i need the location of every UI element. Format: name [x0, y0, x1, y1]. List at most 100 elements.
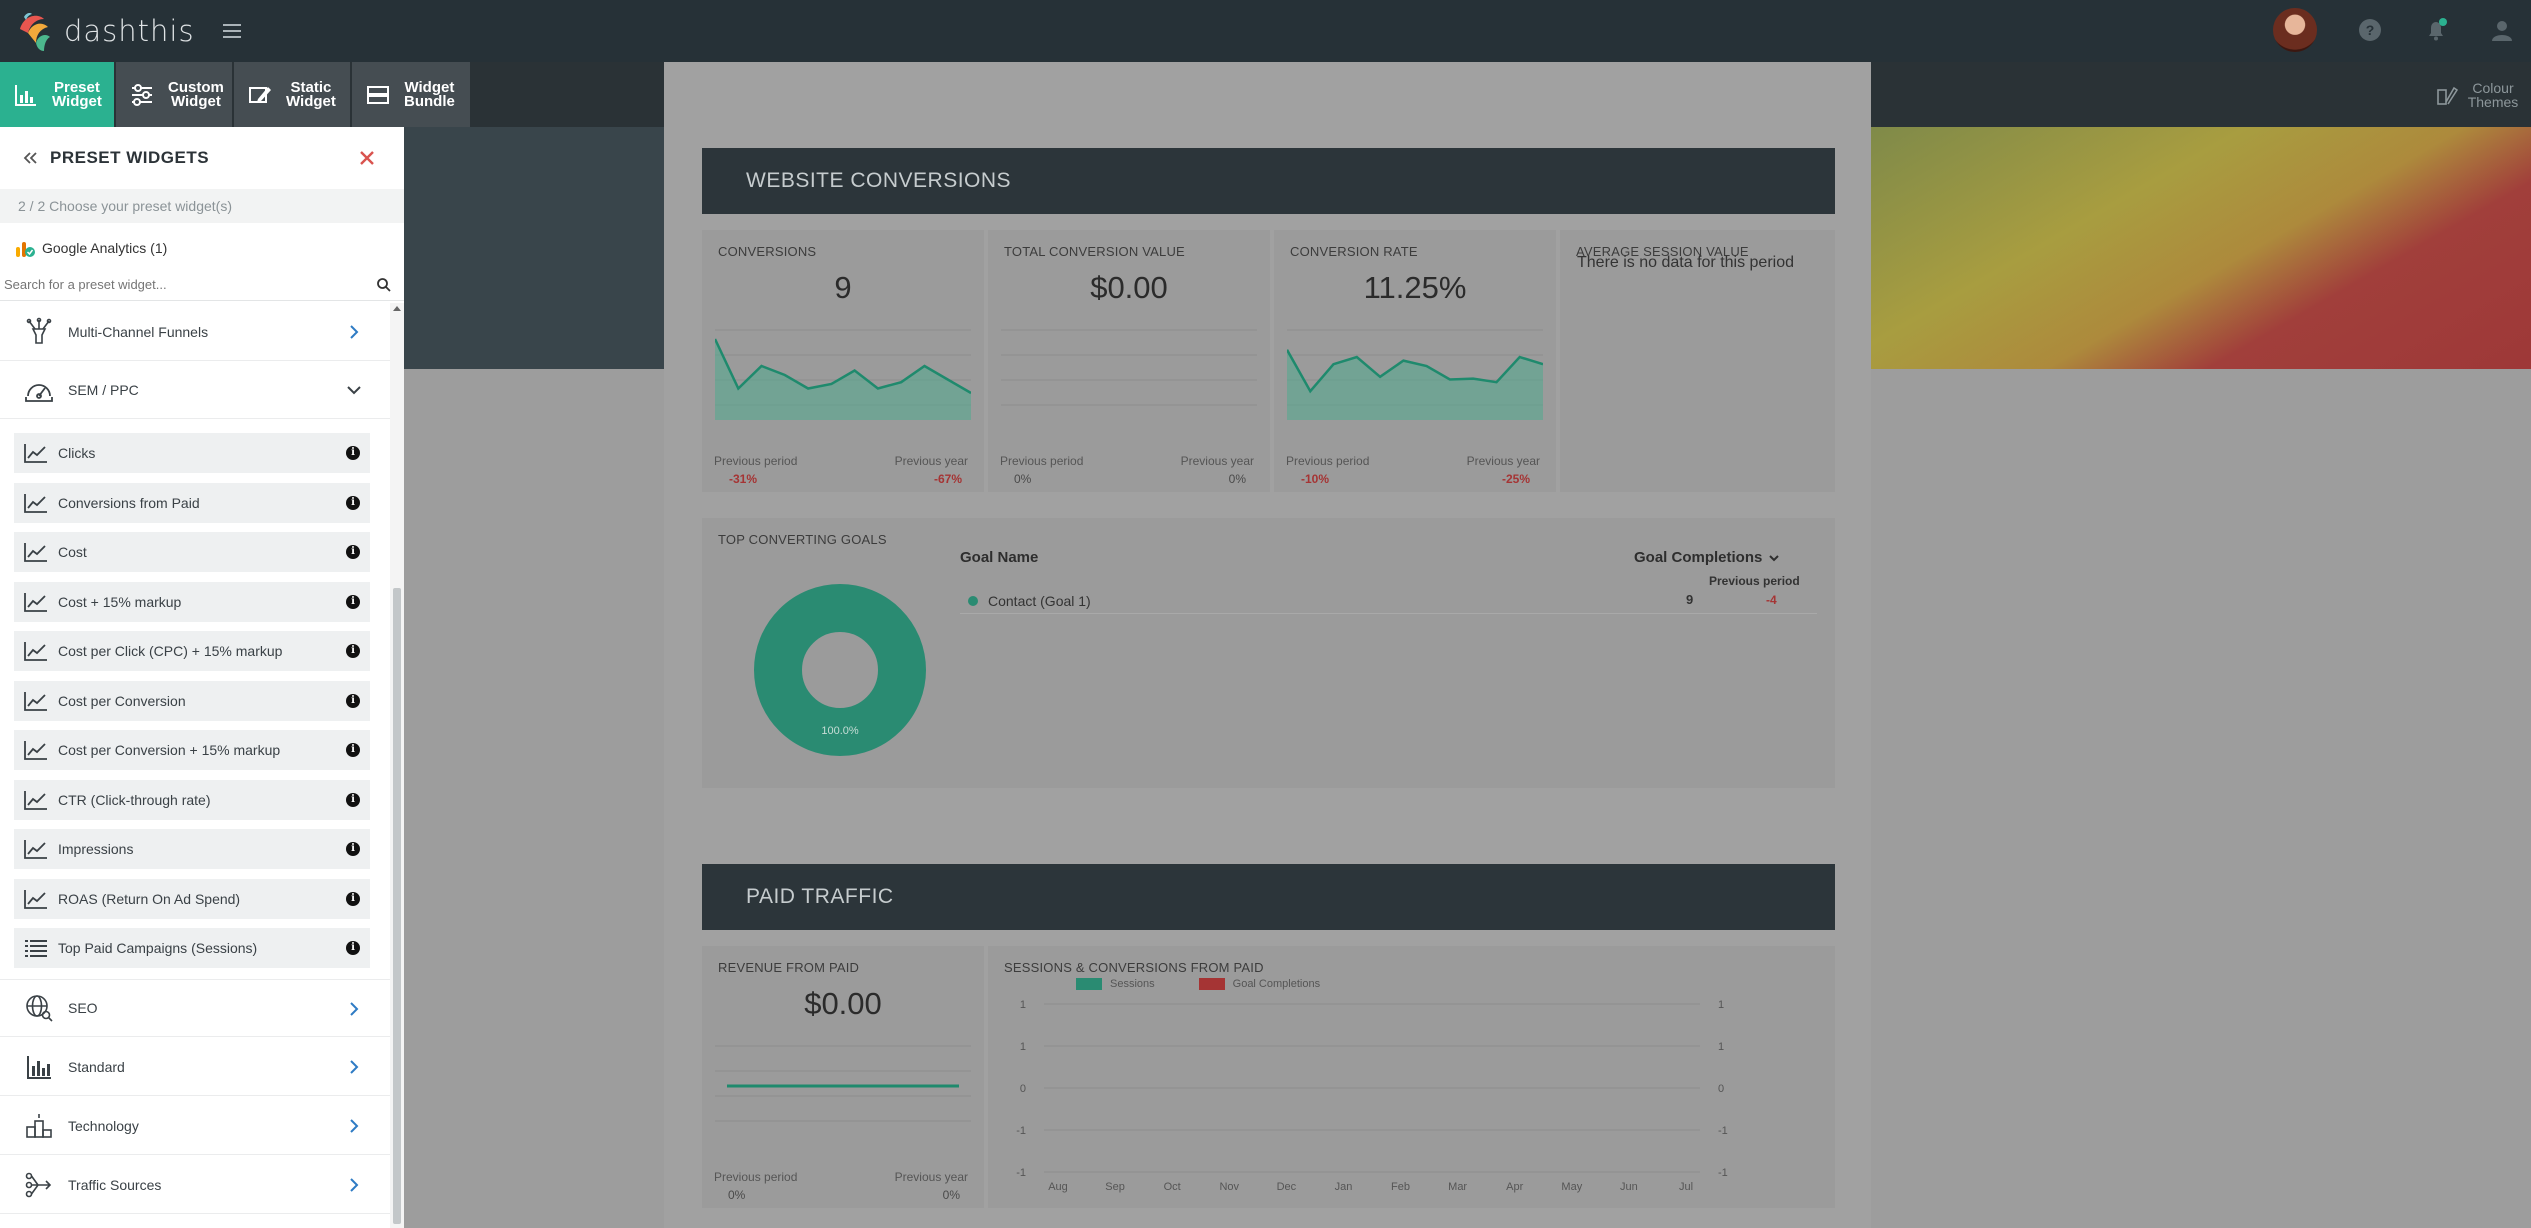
- help-icon[interactable]: ?: [2357, 17, 2383, 43]
- widget-item-label: Cost + 15% markup: [58, 593, 182, 610]
- top-bar: dashthis ?: [0, 0, 2531, 62]
- goal-prev-value: -4: [1766, 593, 1777, 607]
- chevron-right-icon: [350, 1178, 359, 1192]
- kpi-sparkline: [1287, 329, 1543, 420]
- widget-item[interactable]: Cost + 15% markup i: [14, 581, 370, 622]
- previous-year-label: Previous year: [1180, 454, 1254, 468]
- kpi-card-average-session-value[interactable]: AVERAGE SESSION VALUE There is no data f…: [1560, 230, 1835, 492]
- hamburger-menu-icon[interactable]: [222, 24, 241, 38]
- search-icon[interactable]: [376, 277, 392, 293]
- line-chart-icon: [24, 691, 47, 711]
- podium-icon: [26, 1113, 52, 1138]
- widget-item-label: Impressions: [58, 841, 134, 857]
- category-multi-channel-funnels[interactable]: Multi-Channel Funnels: [0, 303, 390, 361]
- table-row[interactable]: Contact (Goal 1) 9 -4: [960, 588, 1817, 614]
- previous-period-label: Previous period: [714, 454, 798, 468]
- info-icon[interactable]: i: [346, 545, 360, 559]
- widget-item[interactable]: CTR (Click-through rate) i: [14, 779, 370, 820]
- panel-scrollbar[interactable]: [390, 303, 404, 1228]
- info-icon[interactable]: i: [346, 842, 360, 856]
- custom-widget-label-2: Widget: [170, 92, 221, 110]
- widget-item[interactable]: Cost i: [14, 532, 370, 572]
- y-axis-tick-right: 1: [1718, 1041, 1724, 1053]
- previous-year-label: Previous year: [894, 454, 968, 468]
- google-analytics-icon: [16, 242, 35, 257]
- widget-item[interactable]: Clicks i: [14, 433, 370, 473]
- widget-item-label: Cost per Click (CPC) + 15% markup: [58, 643, 283, 659]
- widget-item[interactable]: Cost per Conversion + 15% markup i: [14, 730, 370, 770]
- info-icon[interactable]: i: [346, 446, 360, 460]
- previous-year-value: -67%: [933, 472, 962, 486]
- globe-search-icon: [26, 995, 53, 1022]
- info-icon[interactable]: i: [346, 644, 360, 658]
- widget-item[interactable]: Conversions from Paid i: [14, 482, 370, 523]
- no-data-message: There is no data for this period: [1577, 254, 1795, 271]
- close-icon[interactable]: [358, 149, 376, 167]
- kpi-value: 11.25%: [1363, 270, 1467, 305]
- sessions-conversions-chart-card[interactable]: SESSIONS & CONVERSIONS FROM PAID Session…: [988, 946, 1835, 1208]
- widget-item[interactable]: Cost per Click (CPC) + 15% markup i: [14, 631, 370, 671]
- data-source-selector[interactable]: Google Analytics (1): [0, 231, 404, 265]
- step-indicator: 2 / 2 Choose your preset widget(s): [0, 189, 404, 223]
- widget-item[interactable]: Cost per Conversion i: [14, 680, 370, 721]
- category-label: SEM / PPC: [68, 381, 139, 398]
- category-seo[interactable]: SEO: [0, 979, 390, 1037]
- line-chart-icon: [24, 493, 47, 513]
- y-axis-tick-right: 0: [1718, 1083, 1724, 1095]
- category-traffic-sources[interactable]: Traffic Sources: [0, 1156, 390, 1214]
- preset-widgets-panel: PRESET WIDGETS 2 / 2 Choose your preset …: [0, 127, 404, 1228]
- kpi-card-conversions[interactable]: CONVERSIONS 9 Previous period Previous y…: [702, 230, 984, 492]
- info-icon[interactable]: i: [346, 693, 360, 708]
- info-icon[interactable]: i: [346, 594, 360, 609]
- goal-completions-sort-header[interactable]: Goal Completions: [1634, 549, 1780, 566]
- x-axis-tick: May: [1561, 1181, 1582, 1193]
- static-widget-button[interactable]: Static Widget: [234, 62, 350, 127]
- kpi-card-conversion-rate[interactable]: CONVERSION RATE 11.25% Previous period P…: [1274, 230, 1556, 492]
- previous-year-label: Previous year: [894, 1170, 968, 1184]
- search-input[interactable]: [4, 277, 364, 292]
- previous-year-value: -25%: [1501, 472, 1530, 486]
- bar-chart-icon: [15, 84, 36, 106]
- donut-slice: [754, 584, 926, 756]
- section-header-website-conversions[interactable]: WEBSITE CONVERSIONS: [702, 148, 1835, 214]
- notification-bell-icon[interactable]: [2423, 17, 2449, 43]
- category-standard[interactable]: Standard: [0, 1038, 390, 1096]
- previous-period-value: -31%: [729, 472, 758, 486]
- widget-bundle-button[interactable]: Widget Bundle: [352, 62, 470, 127]
- section-header-paid-traffic[interactable]: PAID TRAFFIC: [702, 864, 1835, 930]
- chart-title: SESSIONS & CONVERSIONS FROM PAID: [1004, 960, 1264, 975]
- traffic-sources-icon: [25, 1172, 52, 1197]
- kpi-value: $0.00: [804, 986, 882, 1021]
- widget-item[interactable]: ROAS (Return On Ad Spend) i: [14, 878, 370, 919]
- info-icon[interactable]: i: [346, 743, 360, 757]
- collapse-panel-icon[interactable]: [22, 150, 38, 166]
- widget-item[interactable]: Top Paid Campaigns (Sessions) i: [14, 928, 370, 968]
- kpi-card-total-conversion-value[interactable]: TOTAL CONVERSION VALUE $0.00 Previous pe…: [988, 230, 1270, 492]
- preset-widget-button[interactable]: Preset Widget: [0, 62, 114, 127]
- category-technology[interactable]: Technology: [0, 1097, 390, 1155]
- user-icon[interactable]: [2489, 17, 2515, 43]
- previous-period-value: -10%: [1301, 472, 1330, 486]
- chevron-right-icon: [350, 1060, 359, 1074]
- panel-title: PRESET WIDGETS: [50, 148, 210, 167]
- line-chart-icon: [24, 889, 47, 909]
- avatar[interactable]: [2273, 8, 2317, 52]
- x-axis-tick: Sep: [1105, 1181, 1125, 1193]
- info-icon[interactable]: i: [346, 891, 360, 906]
- colour-themes-button[interactable]: Colour Themes: [2423, 62, 2531, 127]
- palette-icon: [2436, 86, 2458, 105]
- info-icon[interactable]: i: [346, 495, 360, 510]
- info-icon[interactable]: i: [346, 941, 360, 955]
- edit-image-icon: [249, 86, 271, 103]
- category-sem-ppc[interactable]: SEM / PPC: [0, 361, 390, 419]
- bar-chart-icon: [27, 1055, 51, 1079]
- top-converting-goals-card[interactable]: TOP CONVERTING GOALS 100.0% Goal Name Go…: [702, 518, 1835, 788]
- scroll-up-arrow-icon[interactable]: [393, 306, 401, 311]
- widget-item[interactable]: Impressions i: [14, 829, 370, 869]
- logo[interactable]: dashthis: [14, 9, 195, 53]
- scrollbar-thumb[interactable]: [393, 588, 401, 1224]
- custom-widget-button[interactable]: Custom Widget: [116, 62, 232, 127]
- info-icon[interactable]: i: [346, 792, 360, 807]
- kpi-card-revenue-from-paid[interactable]: REVENUE FROM PAID $0.00 Previous period …: [702, 946, 984, 1208]
- y-axis-tick-left: 0: [1020, 1083, 1026, 1095]
